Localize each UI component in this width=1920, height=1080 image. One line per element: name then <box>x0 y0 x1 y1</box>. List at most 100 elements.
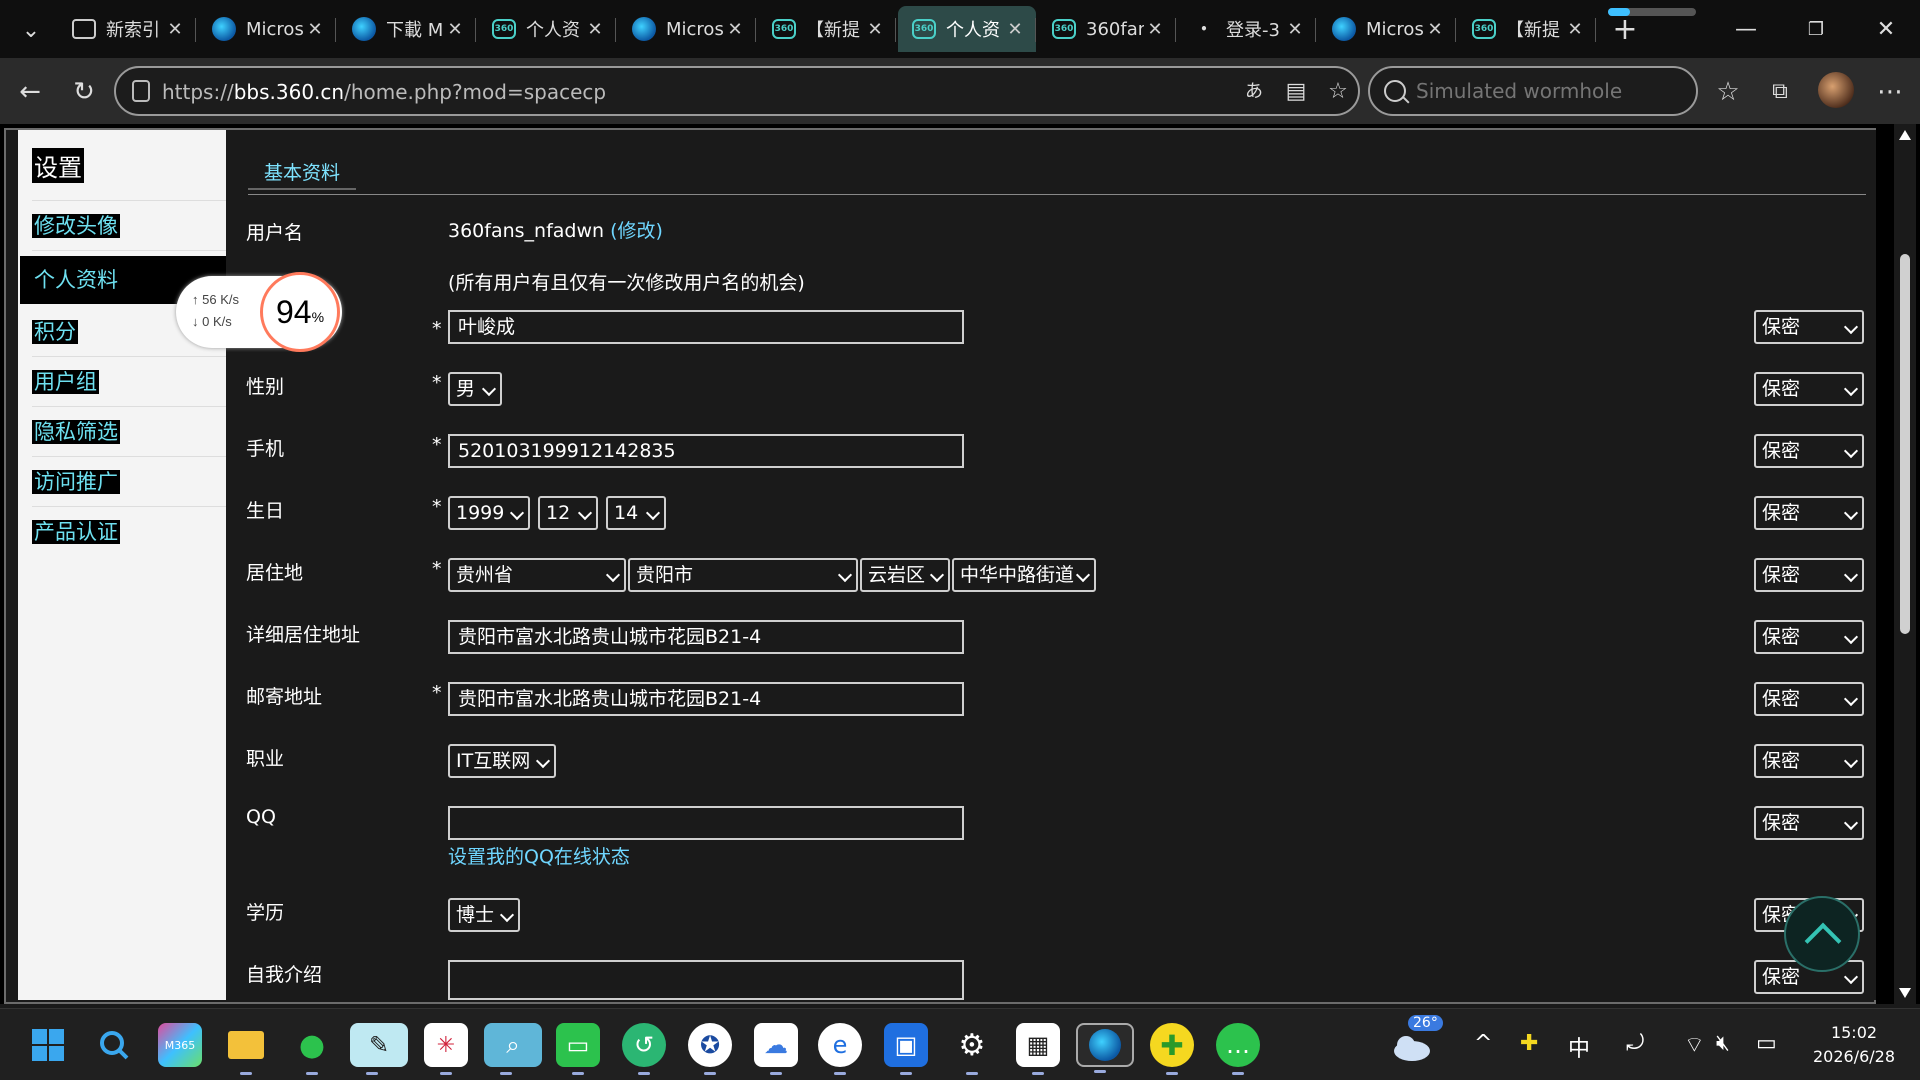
cloud-drive-icon[interactable]: ☁ <box>754 1023 798 1075</box>
birth-month-select[interactable]: 12 <box>538 496 598 530</box>
back-button[interactable]: ← <box>12 74 48 110</box>
privacy-select-residence[interactable]: 保密 <box>1754 558 1864 592</box>
ime-indicator[interactable]: 中 <box>1568 1031 1590 1063</box>
gender-select[interactable]: 男 <box>448 372 502 406</box>
birth-day-select[interactable]: 14 <box>606 496 666 530</box>
realname-input[interactable]: 叶峻成 <box>448 310 964 344</box>
wechat-icon[interactable]: ● <box>290 1023 334 1075</box>
browser-tab[interactable]: Microsoft✕ <box>618 6 756 52</box>
search-box[interactable] <box>1368 66 1698 116</box>
close-tab-icon[interactable]: ✕ <box>1004 19 1026 40</box>
education-select[interactable]: 博士 <box>448 898 520 932</box>
sidebar-item-usergroup[interactable]: 用户组 <box>32 366 214 406</box>
back-to-top-button[interactable] <box>1784 896 1860 972</box>
app-green-icon[interactable]: ↺ <box>622 1023 666 1075</box>
intro-textarea[interactable] <box>448 960 964 1000</box>
scrollbar-thumb[interactable] <box>1900 254 1910 634</box>
search-input[interactable] <box>1416 76 1686 106</box>
scroll-down-arrow-icon[interactable] <box>1899 988 1911 998</box>
close-tab-icon[interactable]: ✕ <box>164 19 186 40</box>
tab-actions-menu-icon[interactable]: ⌄ <box>14 16 48 46</box>
chat-icon[interactable]: ▭ <box>556 1023 600 1075</box>
job-select[interactable]: IT互联网 <box>448 744 556 778</box>
phone-input[interactable]: 520103199912142835 <box>448 434 964 468</box>
sidebar-item-avatar[interactable]: 修改头像 <box>32 210 214 250</box>
address-bar[interactable]: https://bbs.360.cn/home.php?mod=spacecp … <box>114 66 1360 116</box>
tab-basic-info[interactable]: 基本资料 <box>248 154 356 190</box>
close-tab-icon[interactable]: ✕ <box>1284 19 1306 40</box>
scroll-up-arrow-icon[interactable] <box>1899 130 1911 140</box>
weather-widget[interactable]: 26° <box>1390 1015 1443 1067</box>
sidebar-item-promotion[interactable]: 访问推广 <box>32 466 214 506</box>
privacy-select-qq[interactable]: 保密 <box>1754 806 1864 840</box>
sidebar-item-privacy[interactable]: 隐私筛选 <box>32 416 214 456</box>
province-select[interactable]: 贵州省 <box>448 558 626 592</box>
browser-tab[interactable]: • 登录-3 ✕ <box>1178 6 1316 52</box>
browser-tab[interactable]: Microsoft✕ <box>1318 6 1456 52</box>
privacy-select-mail[interactable]: 保密 <box>1754 682 1864 716</box>
district-select[interactable]: 云岩区 <box>860 558 950 592</box>
battery-icon[interactable]: ▭ <box>1756 1031 1777 1056</box>
mail-address-input[interactable]: 贵阳市富水北路贵山城市花园B21-4 <box>448 682 964 716</box>
privacy-select-birthday[interactable]: 保密 <box>1754 496 1864 530</box>
close-tab-icon[interactable]: ✕ <box>1564 19 1586 40</box>
address-input[interactable]: 贵阳市富水北路贵山城市花园B21-4 <box>448 620 964 654</box>
browser-tab[interactable]: 360 【新提 ✕ <box>1458 6 1596 52</box>
ime-mode-icon[interactable]: ⤾ <box>1626 1031 1644 1056</box>
settings-gear-icon[interactable]: ⚙ <box>950 1023 994 1075</box>
close-tab-icon[interactable]: ✕ <box>304 19 326 40</box>
360-security-icon[interactable]: ✚ <box>1150 1023 1194 1075</box>
browser-e-icon[interactable]: e <box>818 1023 862 1075</box>
close-tab-icon[interactable]: ✕ <box>444 19 466 40</box>
file-explorer-icon[interactable] <box>224 1023 268 1075</box>
refresh-button[interactable]: ↻ <box>66 74 102 110</box>
privacy-select-phone[interactable]: 保密 <box>1754 434 1864 468</box>
lock-icon[interactable] <box>132 80 150 102</box>
close-window-button[interactable]: ✕ <box>1866 14 1906 46</box>
contacts-icon[interactable]: ▣ <box>884 1023 928 1075</box>
url-text[interactable]: https://bbs.360.cn/home.php?mod=spacecp <box>162 80 606 104</box>
sidebar-item-certification[interactable]: 产品认证 <box>32 516 214 556</box>
privacy-select-address[interactable]: 保密 <box>1754 620 1864 654</box>
close-tab-icon[interactable]: ✕ <box>584 19 606 40</box>
privacy-select-gender[interactable]: 保密 <box>1754 372 1864 406</box>
privacy-select-realname[interactable]: 保密 <box>1754 310 1864 344</box>
volume-mute-icon[interactable]: 🔇︎ <box>1716 1031 1730 1056</box>
m365-icon[interactable]: M365 <box>158 1023 202 1067</box>
message-icon[interactable]: … <box>1216 1023 1260 1075</box>
restore-button[interactable]: ❐ <box>1796 14 1836 46</box>
favorite-star-icon[interactable]: ☆ <box>1324 78 1352 106</box>
notepad-icon[interactable]: ✎ <box>350 1023 408 1075</box>
new-tab-button[interactable]: + <box>1608 14 1642 48</box>
birth-year-select[interactable]: 1999 <box>448 496 530 530</box>
translate-icon[interactable]: あ <box>1240 78 1268 106</box>
city-select[interactable]: 贵阳市 <box>628 558 858 592</box>
browser-tab[interactable]: 360 360fan ✕ <box>1038 6 1176 52</box>
close-tab-icon[interactable]: ✕ <box>1144 19 1166 40</box>
privacy-select-job[interactable]: 保密 <box>1754 744 1864 778</box>
reader-view-icon[interactable]: ▤ <box>1282 78 1310 106</box>
browser-tab[interactable]: 新索引 ✕ <box>58 6 196 52</box>
edge-browser-icon[interactable] <box>1076 1023 1134 1073</box>
wifi-icon[interactable]: ⌔ <box>1684 1031 1705 1059</box>
minimize-button[interactable]: — <box>1726 14 1766 46</box>
store-icon[interactable]: ▦ <box>1016 1023 1060 1075</box>
street-select[interactable]: 中华中路街道 <box>952 558 1096 592</box>
system-clock[interactable]: 15:02 2026/6/28 <box>1800 1021 1908 1069</box>
360-tray-icon[interactable]: ✚ <box>1520 1031 1538 1056</box>
network-speed-widget[interactable]: ↑ 56 K/s ↓ 0 K/s 94% <box>176 272 342 352</box>
profile-avatar[interactable] <box>1818 72 1854 108</box>
modify-username-link[interactable]: (修改) <box>610 220 663 242</box>
xmind-icon[interactable]: ✳ <box>424 1023 468 1075</box>
browser-tab[interactable]: 360 个人资 ✕ <box>898 6 1036 52</box>
close-tab-icon[interactable]: ✕ <box>864 19 886 40</box>
more-menu-icon[interactable]: ⋯ <box>1872 74 1908 110</box>
close-tab-icon[interactable]: ✕ <box>1424 19 1446 40</box>
qq-input[interactable] <box>448 806 964 840</box>
close-tab-icon[interactable]: ✕ <box>724 19 746 40</box>
favorites-icon[interactable]: ☆ <box>1710 74 1746 110</box>
qq-status-link[interactable]: 设置我的QQ在线状态 <box>448 842 630 869</box>
search-app-icon[interactable]: ⌕ <box>484 1023 542 1075</box>
browser-tab[interactable]: Microsoft✕ <box>198 6 336 52</box>
start-windows-icon[interactable] <box>26 1023 70 1067</box>
